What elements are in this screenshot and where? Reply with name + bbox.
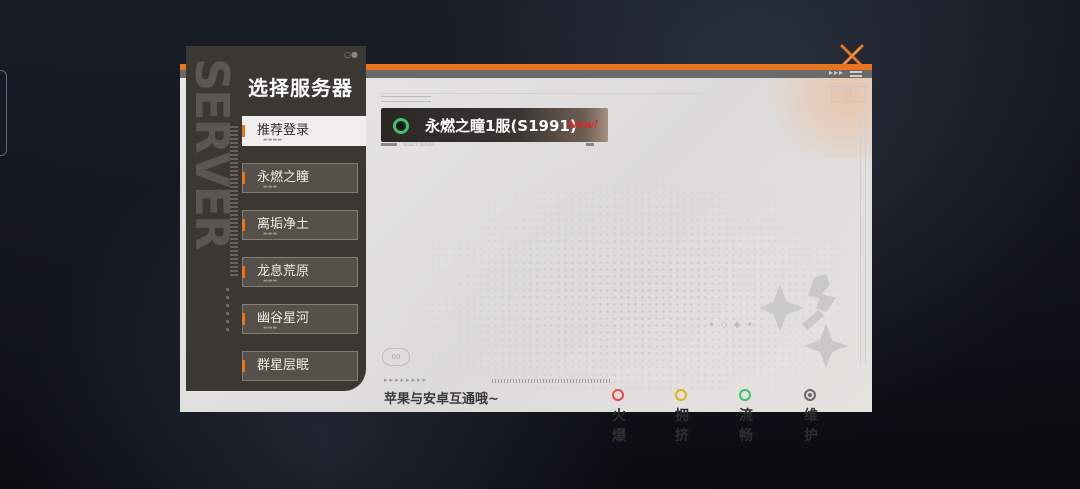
close-x-icon[interactable] — [838, 42, 866, 70]
server-region-sidebar: ○● SERVER ▪▪▪▪▪▪ 选择服务器 推荐登录 ▬▬▬▬ 永燃之瞳 ▬▬… — [186, 46, 366, 391]
sidebar-item-label: 永燃之瞳 — [257, 170, 310, 185]
sidebar-item-label: 离垢净土 — [257, 217, 310, 232]
sidebar-item-label: 龙息荒原 — [257, 264, 310, 279]
card-header-line — [381, 93, 701, 94]
ticks-decoration: ▸▸▸▸▸▸▸▸ — [384, 376, 429, 384]
legend-item-hot: 火爆 — [612, 386, 629, 446]
sidebar-item-star-sleep[interactable]: 群星层眠 — [242, 351, 358, 381]
panel-dots-decoration: ○● — [344, 50, 358, 59]
legend-label: 拥挤 — [675, 408, 689, 444]
legend-label: 流畅 — [739, 408, 753, 444]
sidebar-item-label: 群星层眠 — [257, 358, 310, 373]
dragon-emblem-icon — [759, 274, 848, 368]
sidebar-item-label: 推荐登录 — [257, 123, 310, 138]
corner-decoration — [828, 86, 866, 106]
card-footer-decoration: SELECT SERVER — [381, 142, 608, 147]
status-smooth-icon — [739, 389, 751, 401]
new-badge: New! — [567, 118, 599, 131]
sidebar-item-pure-land[interactable]: 离垢净土 ▬▬▬ — [242, 210, 358, 240]
status-crowded-icon — [675, 389, 687, 401]
server-card[interactable]: 永燃之瞳1服(S1991) New! — [381, 108, 608, 142]
sub-caption-decoration: ▬▬▬ — [263, 231, 278, 237]
sidebar-item-dragon-wasteland[interactable]: 龙息荒原 ▬▬▬ — [242, 257, 358, 287]
legend-item-smooth: 流畅 — [739, 386, 756, 446]
sub-caption-decoration: ▬▬▬ — [263, 184, 278, 190]
barcode-decoration — [230, 126, 238, 276]
legend-item-maintenance: 维护 — [804, 386, 821, 446]
sidebar-item-label: 幽谷星河 — [257, 311, 310, 326]
status-maintenance-icon — [804, 389, 816, 401]
sub-caption-decoration: ▬▬▬▬ — [263, 137, 282, 143]
sidebar-item-valley-galaxy[interactable]: 幽谷星河 ▬▬▬ — [242, 304, 358, 334]
sidebar-item-recommended[interactable]: 推荐登录 ▬▬▬▬ — [242, 116, 366, 146]
emblem-caption-decoration: ✦ ◇ ◆ ✦ — [708, 320, 756, 329]
status-smooth-icon — [393, 118, 409, 134]
legend-label: 火爆 — [612, 408, 626, 444]
side-edge-tab[interactable] — [0, 70, 7, 156]
right-rail-decoration — [860, 114, 866, 364]
menu-lines-icon — [850, 71, 862, 77]
sidebar-item-eternal-flame[interactable]: 永燃之瞳 ▬▬▬ — [242, 163, 358, 193]
server-name: 永燃之瞳1服(S1991) — [425, 117, 577, 135]
sub-caption-decoration: ▬▬▬ — [263, 325, 278, 331]
status-hot-icon — [612, 389, 624, 401]
cross-platform-note: 苹果与安卓互通哦~ — [384, 392, 499, 407]
barcode-strip-decoration — [492, 379, 612, 383]
dialog-title: 选择服务器 — [248, 76, 353, 100]
vertical-caption-decoration: ▪▪▪▪▪▪ — [224, 286, 231, 334]
sub-caption-decoration: ▬▬▬ — [263, 278, 278, 284]
round-badge-decoration: 00 — [382, 348, 410, 366]
legend-label: 维护 — [804, 408, 818, 444]
legend-item-crowded: 拥挤 — [675, 386, 692, 446]
card-header-tab — [381, 96, 431, 102]
